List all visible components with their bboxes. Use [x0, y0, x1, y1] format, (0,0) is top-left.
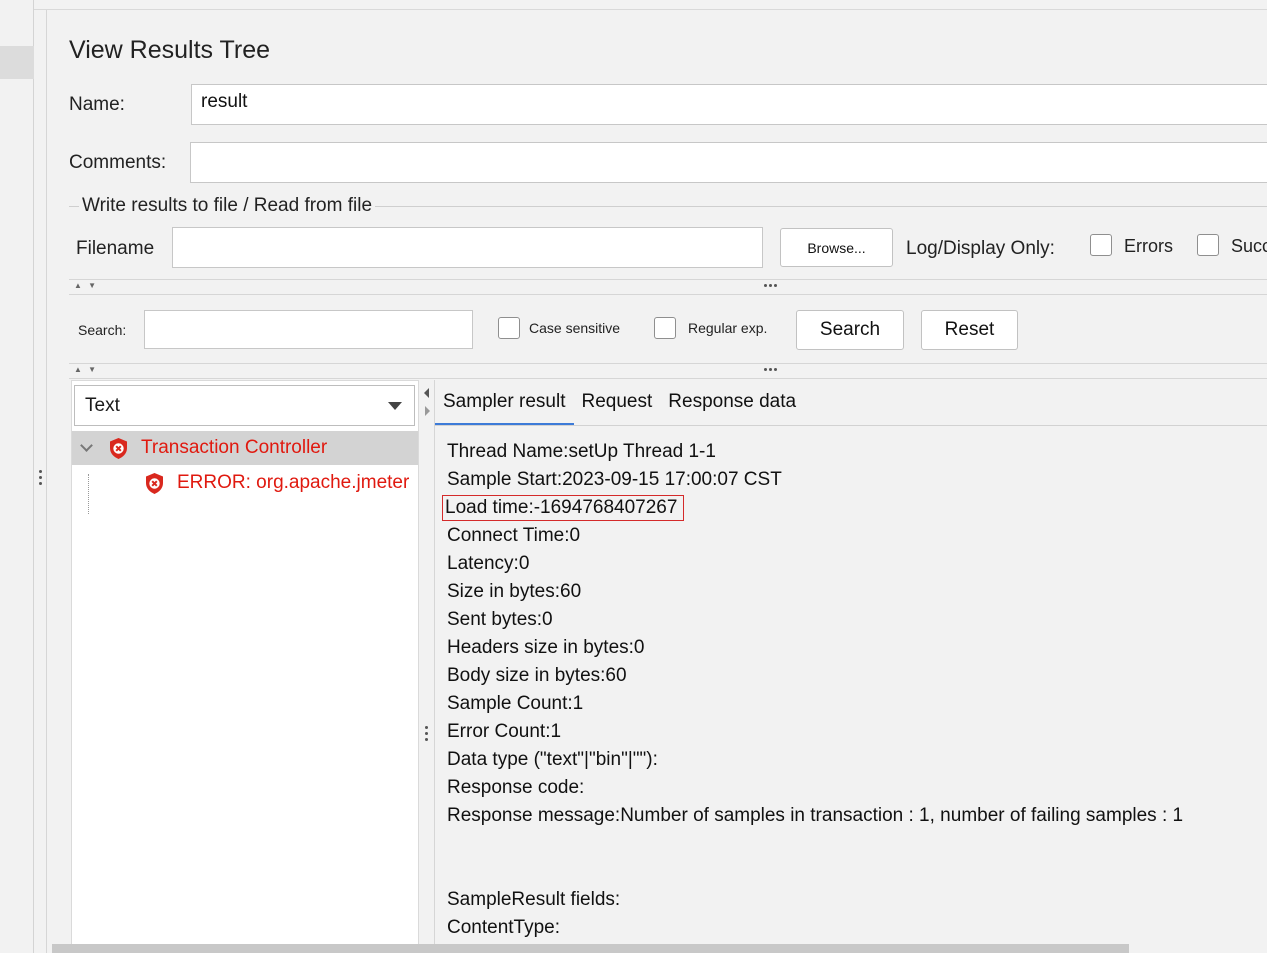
filename-label: Filename — [76, 238, 155, 259]
tree-node-label: ERROR: org.apache.jmeter — [177, 472, 410, 493]
tab-response-data[interactable]: Response data — [660, 391, 804, 426]
result-line: SampleResult fields: — [447, 889, 621, 910]
lower-split-handle[interactable]: ▲ ▼ — [69, 363, 1267, 379]
name-label: Name: — [69, 94, 125, 115]
comments-label: Comments: — [69, 152, 167, 173]
browse-button[interactable]: Browse... — [780, 228, 893, 267]
name-field[interactable]: result — [191, 84, 1267, 125]
load-time-highlight: Load time:-1694768407267 — [441, 495, 685, 521]
horizontal-scrollbar[interactable] — [52, 944, 1129, 953]
tabs-divider — [435, 425, 1267, 426]
search-button[interactable]: Search — [796, 310, 904, 350]
result-line: Error Count:1 — [447, 721, 562, 742]
error-shield-icon — [146, 472, 163, 494]
selected-tree-node[interactable] — [0, 46, 34, 79]
jmeter-window: View Results Tree Name: result Comments:… — [0, 0, 1267, 953]
errors-label: Errors — [1124, 236, 1173, 256]
case-sensitive-checkbox[interactable] — [498, 317, 520, 339]
result-line-load-time: Load time:-1694768407267 — [441, 494, 1183, 522]
result-line: Headers size in bytes:0 — [447, 637, 645, 658]
result-line: Body size in bytes:60 — [447, 665, 627, 686]
collapse-left-icon[interactable] — [424, 388, 429, 398]
main-split-handle[interactable] — [36, 470, 44, 500]
renderer-select[interactable]: Text — [74, 385, 415, 426]
result-line: Response code: — [447, 777, 585, 798]
upper-split-handle[interactable]: ▲ ▼ — [69, 279, 1267, 295]
panel-title: View Results Tree — [69, 36, 271, 64]
case-sensitive-label: Case sensitive — [529, 320, 621, 336]
result-line — [447, 858, 1183, 886]
top-divider — [34, 0, 1267, 10]
grip-dots-icon — [764, 368, 777, 371]
renderer-select-value: Text — [85, 395, 120, 416]
result-line: Sent bytes:0 — [447, 609, 553, 630]
comments-field[interactable] — [190, 142, 1267, 183]
tab-sampler-result[interactable]: Sampler result — [435, 391, 574, 426]
filename-field[interactable] — [172, 227, 763, 268]
errors-checkbox[interactable] — [1090, 234, 1112, 256]
results-tree-pane: Text Transaction Controller ERROR: org.a… — [71, 380, 419, 953]
detail-tabs: Sampler result Request Response data — [435, 380, 804, 426]
result-line: Thread Name:setUp Thread 1-1 — [447, 441, 716, 462]
result-line: Connect Time:0 — [447, 525, 581, 546]
search-input[interactable] — [144, 310, 473, 349]
tree-node-error-sample[interactable]: ERROR: org.apache.jmeter — [144, 466, 409, 500]
regexp-checkbox[interactable] — [654, 317, 676, 339]
grip-dots-icon — [764, 284, 777, 287]
reset-button[interactable]: Reset — [921, 310, 1018, 350]
error-shield-icon — [110, 437, 127, 459]
result-line: Sample Count:1 — [447, 693, 584, 714]
regexp-label: Regular exp. — [688, 320, 768, 336]
tree-node-label: Transaction Controller — [141, 437, 328, 458]
file-group-title: Write results to file / Read from file — [79, 195, 376, 217]
result-line: Size in bytes:60 — [447, 581, 582, 602]
tab-request[interactable]: Request — [574, 391, 661, 426]
result-line: ContentType: — [447, 917, 561, 938]
result-line: Data type ("text"|"bin"|""): — [447, 749, 658, 770]
test-plan-tree-strip — [0, 0, 34, 953]
collapse-arrows-icon[interactable]: ▲ ▼ — [74, 365, 98, 374]
sampler-result-text[interactable]: Thread Name:setUp Thread 1-1 Sample Star… — [441, 438, 1184, 942]
result-line: Response message:Number of samples in tr… — [447, 805, 1184, 826]
collapse-arrows-icon[interactable]: ▲ ▼ — [74, 281, 98, 290]
successes-label: Succ — [1231, 236, 1267, 256]
chevron-down-icon[interactable] — [388, 402, 402, 410]
chevron-down-icon[interactable] — [80, 441, 94, 455]
tree-guide-line — [88, 474, 89, 514]
search-label: Search: — [78, 322, 127, 338]
result-line: Sample Start:2023-09-15 17:00:07 CST — [447, 469, 782, 490]
result-line: Latency:0 — [447, 553, 530, 574]
log-display-only-label: Log/Display Only: — [906, 238, 1055, 259]
result-line — [447, 830, 1183, 858]
view-results-tree-panel: View Results Tree Name: result Comments:… — [46, 10, 1267, 953]
collapse-right-icon[interactable] — [425, 406, 430, 416]
tree-detail-split-handle[interactable] — [419, 380, 435, 953]
result-detail-pane: Sampler result Request Response data Thr… — [435, 380, 1267, 953]
grip-dots-icon — [425, 726, 428, 741]
tree-node-transaction-controller[interactable]: Transaction Controller — [72, 431, 418, 465]
successes-checkbox[interactable] — [1197, 234, 1219, 256]
